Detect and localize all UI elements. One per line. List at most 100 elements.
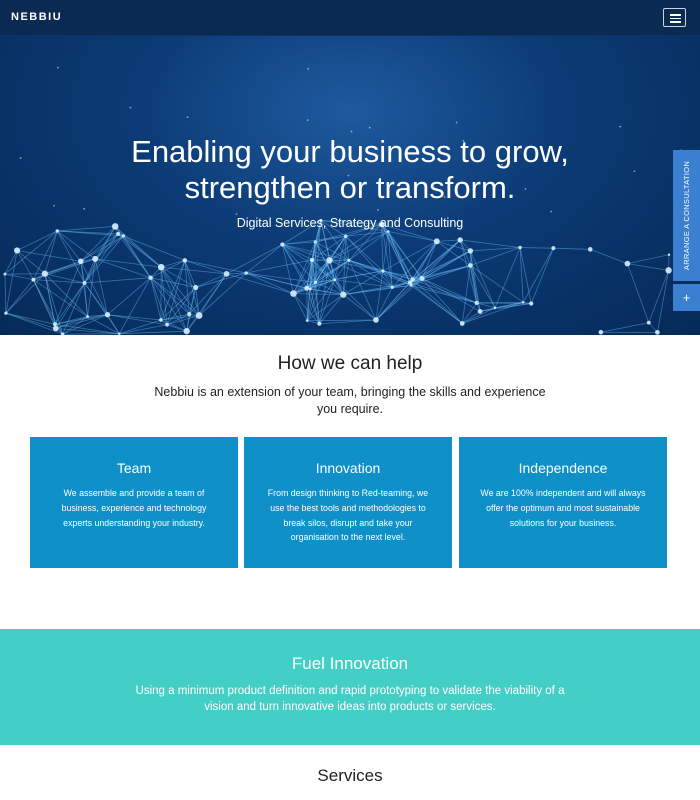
network-node: [78, 258, 84, 265]
network-node: [235, 213, 238, 216]
services-title: Services: [317, 766, 383, 785]
network-node: [193, 284, 199, 291]
network-node: [309, 257, 315, 262]
network-node: [290, 290, 297, 297]
card-body: We are 100% independent and will always …: [480, 488, 646, 528]
network-node: [52, 322, 58, 327]
network-node: [457, 237, 463, 243]
network-node: [14, 247, 21, 254]
hamburger-menu-button[interactable]: [663, 8, 686, 27]
network-node: [57, 66, 59, 69]
network-node: [280, 242, 285, 247]
network-node: [182, 258, 188, 263]
network-node: [665, 267, 672, 274]
network-node: [31, 277, 36, 282]
network-node: [117, 332, 121, 335]
network-node: [433, 238, 440, 245]
network-node: [467, 248, 474, 254]
network-node: [159, 318, 163, 322]
network-node: [317, 321, 322, 326]
card-independence: Independence We are 100% independent and…: [459, 437, 667, 568]
card-body: From design thinking to Red-teaming, we …: [267, 488, 429, 543]
hero-subtitle: Digital Services, Strategy and Consultin…: [236, 216, 464, 230]
network-node: [419, 276, 425, 282]
network-node: [646, 320, 651, 325]
network-node: [308, 287, 312, 291]
card-innovation: Innovation From design thinking to Red-t…: [244, 437, 452, 568]
arrange-consultation-label-wrap[interactable]: ARRANGE A CONSULTATION: [673, 150, 700, 281]
network-node: [347, 258, 351, 262]
network-node: [655, 330, 660, 335]
network-node: [82, 281, 87, 285]
network-node: [104, 312, 111, 318]
network-node: [305, 319, 309, 323]
network-node: [129, 106, 132, 109]
network-node: [86, 315, 90, 319]
network-node: [386, 230, 390, 233]
help-section-text: Nebbiu is an extension of your team, bri…: [154, 385, 546, 416]
network-node: [368, 126, 371, 129]
network-node: [377, 209, 379, 211]
network-node: [41, 270, 49, 277]
network-node: [186, 116, 189, 118]
network-node: [409, 284, 413, 287]
network-node: [551, 246, 556, 251]
network-node: [183, 328, 190, 335]
hero-title-line2: strengthen or transform.: [184, 170, 516, 205]
network-node: [304, 285, 310, 291]
network-node: [313, 240, 317, 244]
network-node: [587, 247, 593, 252]
network-node: [474, 300, 479, 306]
card-title: Independence: [518, 460, 608, 476]
card-team: Team We assemble and provide a team of b…: [30, 437, 238, 568]
fuel-title: Fuel Innovation: [291, 654, 409, 673]
network-node: [3, 272, 7, 276]
network-node: [165, 322, 169, 327]
network-node: [195, 312, 203, 319]
card-title: Team: [116, 460, 152, 476]
network-node: [187, 312, 192, 317]
network-node: [350, 130, 353, 133]
network-node: [326, 257, 333, 264]
top-navbar: NEBBIU: [0, 0, 700, 36]
plus-icon[interactable]: +: [673, 284, 700, 311]
network-node: [521, 301, 525, 304]
network-node: [83, 207, 86, 210]
network-node: [518, 245, 522, 250]
fuel-text: Using a minimum product definition and r…: [135, 685, 565, 713]
network-node: [467, 263, 473, 268]
network-node: [550, 210, 553, 213]
network-node: [407, 280, 413, 285]
network-node: [390, 285, 394, 289]
network-node: [344, 234, 348, 238]
network-node: [223, 271, 230, 277]
network-node: [381, 269, 385, 273]
network-node: [529, 301, 534, 306]
network-node: [333, 278, 337, 282]
network-node: [493, 306, 497, 309]
hamburger-icon: [670, 14, 681, 16]
arrange-consultation-label: ARRANGE A CONSULTATION: [682, 160, 691, 271]
network-lines: [4, 220, 670, 335]
network-node: [477, 308, 483, 314]
network-node: [157, 263, 165, 271]
network-node: [92, 255, 99, 262]
network-node: [306, 119, 309, 122]
card-title: Innovation: [315, 460, 381, 476]
network-node: [624, 260, 631, 267]
network-node: [667, 253, 671, 257]
network-node: [121, 234, 125, 238]
logo[interactable]: NEBBIU: [11, 11, 62, 23]
network-node: [455, 121, 458, 124]
network-node: [340, 291, 347, 298]
network-node: [598, 329, 604, 335]
network-node: [459, 321, 465, 326]
hero-title-line1: Enabling your business to grow,: [131, 134, 569, 169]
network-node: [116, 231, 121, 236]
fuel-innovation-section: Fuel Innovation Using a minimum product …: [0, 629, 700, 745]
network-node: [52, 325, 59, 332]
hero-banner: Enabling your business to grow, strength…: [0, 36, 700, 335]
network-node: [619, 125, 622, 128]
network-node: [307, 67, 310, 70]
network-node: [148, 275, 153, 280]
